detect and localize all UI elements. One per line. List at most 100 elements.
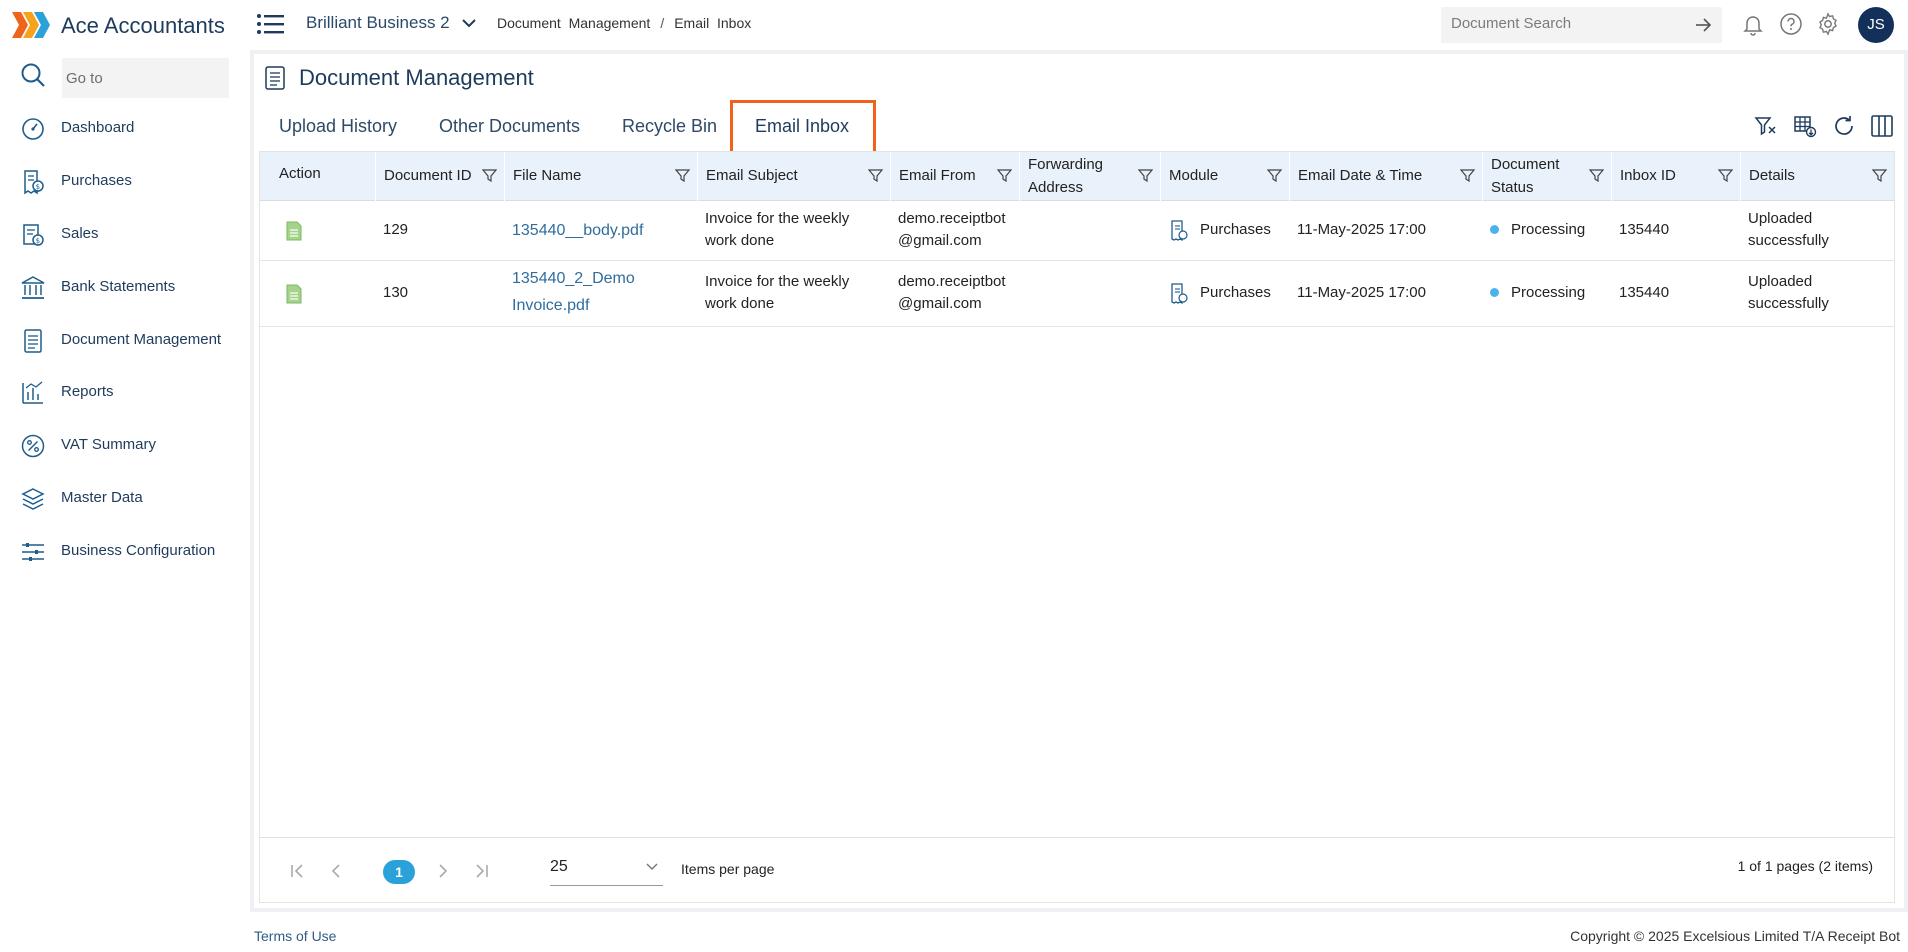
tab-email-inbox[interactable]: Email Inbox [755,116,849,137]
file-name-link[interactable]: Invoice.pdf [512,292,589,319]
last-page-icon[interactable] [470,860,492,882]
filter-icon[interactable] [1267,168,1282,183]
column-header-label: Forwarding [1028,156,1104,173]
email-from-cell: demo.receiptbot [898,273,1006,290]
column-header-label: File Name [513,167,582,184]
column-header-details[interactable]: Details [1741,152,1894,201]
filter-icon[interactable] [675,168,690,183]
export-grid-icon[interactable] [1793,114,1817,138]
sidebar-item-label: VAT Summary [61,436,157,453]
sidebar-item-bank-statements[interactable]: Bank Statements [0,267,250,307]
app-logo-icon [12,12,50,38]
sidebar-item-business-configuration[interactable]: Business Configuration [0,531,250,571]
gear-icon[interactable] [1816,12,1840,36]
tab-other-documents[interactable]: Other Documents [439,116,580,137]
column-header-module[interactable]: Module [1161,152,1290,201]
hamburger-menu-icon[interactable] [256,12,284,36]
chevron-down-icon[interactable] [460,14,478,32]
filter-icon[interactable] [997,168,1012,183]
filter-icon[interactable] [1138,168,1153,183]
email-subject-cell: Invoice for the weekly [705,273,850,290]
email-date-time-cell: 11-May-2025 17:00 [1297,221,1426,238]
column-header-forwarding-address[interactable]: Forwarding Address [1020,152,1161,201]
column-header-inbox-id[interactable]: Inbox ID [1612,152,1741,201]
user-avatar[interactable]: JS [1858,7,1894,43]
document-icon [24,329,42,353]
details-cell: successfully [1748,232,1829,249]
tab-upload-history[interactable]: Upload History [279,116,397,137]
business-selector[interactable]: Brilliant Business 2 [306,13,450,33]
column-header-email-from[interactable]: Email From [891,152,1020,201]
column-header-label: Module [1169,167,1219,184]
filter-icon[interactable] [482,168,497,183]
sidebar-item-master-data[interactable]: Master Data [0,478,250,518]
inbox-id-cell: 135440 [1619,284,1670,301]
sidebar-item-vat-summary[interactable]: VAT Summary [0,425,250,465]
column-header-email-date-time[interactable]: Email Date & Time [1290,152,1483,201]
document-action-icon[interactable] [286,284,302,304]
reports-chart-icon [22,381,43,404]
layers-icon [21,488,45,510]
column-chooser-icon[interactable] [1870,114,1894,138]
details-cell: Uploaded [1748,273,1813,290]
pager: 1 25 Items per page 1 of 1 pages (2 item… [260,837,1894,903]
sidebar-item-label: Sales [61,225,99,242]
breadcrumb-item: Email Inbox [674,15,752,31]
chevron-down-icon [646,863,658,870]
document-id-cell: 129 [383,221,409,238]
sidebar-item-label: Business Configuration [61,542,216,559]
column-header-label: Document ID [384,167,472,184]
purchases-receipt-icon [1171,220,1188,242]
email-inbox-grid: Action Document ID File Name Email Subje… [259,151,1895,903]
email-from-cell: demo.receiptbot [898,210,1006,227]
bell-icon[interactable] [1741,12,1765,36]
document-search-input[interactable] [1451,15,1681,32]
sidebar-item-sales[interactable]: $ Sales [0,214,250,254]
page-title: Document Management [299,65,534,90]
document-search [1441,7,1722,43]
filter-icon[interactable] [868,168,883,183]
first-page-icon[interactable] [287,860,309,882]
arrow-right-icon[interactable] [1694,16,1712,34]
column-header-document-id[interactable]: Document ID [376,152,505,201]
page-number-button[interactable]: 1 [383,860,415,884]
sidebar-item-document-management[interactable]: Document Management [0,320,250,360]
filter-icon[interactable] [1460,168,1475,183]
filter-icon[interactable] [1872,168,1887,183]
sidebar-item-reports[interactable]: Reports [0,372,250,412]
refresh-icon[interactable] [1832,114,1856,138]
clear-filter-icon[interactable] [1754,114,1778,138]
svg-text:$: $ [36,237,40,245]
table-row: 130 135440_2_Demo Invoice.pdf Invoice fo… [260,262,1894,327]
previous-page-icon[interactable] [325,860,347,882]
sidebar: Dashboard $ Purchases $ Sales Bank State… [0,50,250,952]
sidebar-item-purchases[interactable]: $ Purchases [0,161,250,201]
breadcrumb-item[interactable]: Document Management [497,15,650,31]
sidebar-item-label: Dashboard [61,119,135,136]
terms-of-use-link[interactable]: Terms of Use [254,928,336,944]
page-size-select[interactable]: 25 [550,850,663,886]
dashboard-gauge-icon [22,118,44,140]
file-name-link[interactable]: 135440_2_Demo [512,265,635,292]
document-icon [265,66,285,90]
document-action-icon[interactable] [286,221,302,241]
goto-input[interactable] [62,58,229,98]
column-header-action: Action [260,152,376,201]
status-badge: Processing [1490,219,1585,241]
tab-recycle-bin[interactable]: Recycle Bin [622,116,717,137]
filter-icon[interactable] [1718,168,1733,183]
column-header-document-status[interactable]: Document Status [1483,152,1612,201]
column-header-label: Document [1491,156,1560,173]
column-header-email-subject[interactable]: Email Subject [698,152,891,201]
column-header-file-name[interactable]: File Name [505,152,698,201]
column-header-label: Details [1749,167,1795,184]
next-page-icon[interactable] [432,860,454,882]
filter-icon[interactable] [1589,168,1604,183]
sidebar-item-label: Master Data [61,489,143,506]
help-icon[interactable] [1779,12,1803,36]
column-header-label: Action [279,165,321,182]
items-per-page-label: Items per page [681,861,775,877]
sidebar-item-label: Reports [61,383,114,400]
sidebar-item-dashboard[interactable]: Dashboard [0,108,250,148]
file-name-link[interactable]: 135440__body.pdf [512,217,643,244]
